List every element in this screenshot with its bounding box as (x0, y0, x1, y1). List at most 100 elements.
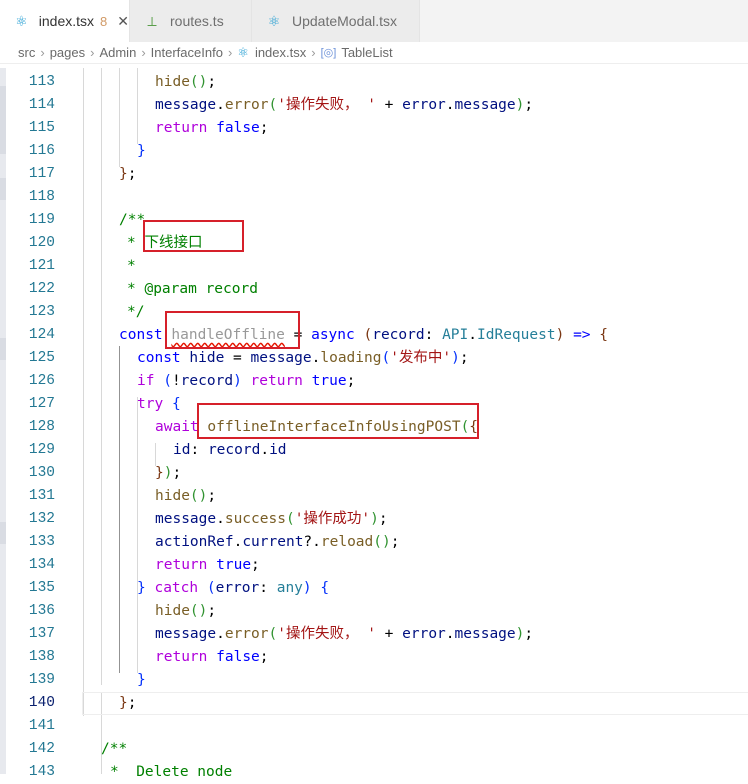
code-line[interactable]: 125 const hide = message.loading('发布中'); (0, 347, 748, 370)
code-line[interactable]: 134 return true; (0, 554, 748, 577)
code-text: }; (119, 163, 136, 186)
code-token: ; (378, 511, 388, 527)
tab-routes-ts[interactable]: ⟂ routes.ts (130, 0, 252, 42)
tab-index-tsx[interactable]: ⚛ index.tsx 8 ✕ (0, 0, 130, 42)
code-line[interactable]: 123 */ (0, 301, 748, 324)
code-token: hide (155, 603, 190, 619)
code-line[interactable]: 129 id: record.id (0, 439, 748, 462)
code-token: ; (524, 626, 534, 642)
code-line[interactable]: 121 * (0, 255, 748, 278)
code-line[interactable]: 139} (0, 669, 748, 692)
code-token: const (137, 350, 181, 366)
code-line[interactable]: 120 * 下线接口 (0, 232, 748, 255)
code-token: ; (207, 603, 217, 619)
line-number: 132 (28, 511, 55, 527)
code-token: ; (524, 97, 534, 113)
code-token: } (137, 580, 146, 596)
code-token: . (216, 626, 225, 642)
code-token: message (155, 97, 217, 113)
code-token: any (276, 580, 303, 596)
code-line[interactable]: 142 /** (0, 738, 748, 761)
breadcrumb-item-pages[interactable]: pages (50, 45, 85, 60)
code-token: : (424, 327, 443, 343)
code-token: false (216, 120, 260, 136)
breadcrumb-item-admin[interactable]: Admin (99, 45, 136, 60)
code-token: ( (189, 74, 199, 90)
code-line[interactable]: 116} (0, 140, 748, 163)
code-text: } (137, 140, 146, 163)
code-token: { (171, 396, 181, 412)
tab-label: routes.ts (170, 13, 224, 29)
code-token: . (216, 97, 225, 113)
close-icon[interactable]: ✕ (117, 13, 129, 30)
code-token: '操作失败， ' (277, 97, 376, 113)
chevron-right-icon: › (90, 45, 95, 60)
code-token: loading (320, 350, 382, 366)
code-line[interactable]: 135} catch (error: any) { (0, 577, 748, 600)
code-token: . (445, 626, 455, 642)
breadcrumb-item-file[interactable]: ⚛ index.tsx (237, 45, 306, 61)
code-token: ( (268, 626, 278, 642)
code-token: ; (172, 465, 182, 481)
code-line[interactable]: 115 return false; (0, 117, 748, 140)
code-token: '操作失败， ' (277, 626, 376, 642)
code-text: id: record.id (173, 439, 287, 462)
code-text: /** (101, 738, 127, 761)
breadcrumb-item-interfaceinfo[interactable]: InterfaceInfo (151, 45, 223, 60)
code-text: try { (137, 393, 181, 416)
code-line[interactable]: 140}; (0, 692, 748, 715)
code-line[interactable]: 117}; (0, 163, 748, 186)
breadcrumb-symbol-label: TableList (341, 45, 393, 60)
chevron-right-icon: › (311, 45, 316, 60)
code-text: if (!record) return true; (137, 370, 355, 393)
line-number: 141 (28, 718, 55, 734)
code-line[interactable]: 136 hide(); (0, 600, 748, 623)
code-line[interactable]: 141 (0, 715, 748, 738)
code-line[interactable]: 113 hide(); (0, 71, 748, 94)
code-line[interactable]: 130}); (0, 462, 748, 485)
code-token: error (402, 626, 446, 642)
breadcrumb: src › pages › Admin › InterfaceInfo › ⚛ … (0, 42, 748, 64)
code-token: true (216, 557, 252, 573)
breadcrumb-item-symbol[interactable]: [◎] TableList (321, 45, 393, 60)
code-token: ; (459, 350, 469, 366)
typescript-file-icon: ⟂ (147, 12, 157, 29)
code-token: . (216, 511, 225, 527)
code-text: * @param record (127, 278, 258, 301)
code-line[interactable]: 126 if (!record) return true; (0, 370, 748, 393)
breadcrumb-item-src[interactable]: src (18, 45, 35, 60)
code-line[interactable]: 137 message.error('操作失败， ' + error.messag… (0, 623, 748, 646)
code-line[interactable]: 119 /** (0, 209, 748, 232)
line-number: 119 (28, 212, 55, 228)
code-token: } (137, 143, 146, 159)
code-token: : (190, 442, 208, 458)
line-number: 116 (28, 143, 55, 159)
code-line[interactable]: 124 const handleOffline = async (record: … (0, 324, 748, 347)
code-line[interactable]: 138 return false; (0, 646, 748, 669)
code-line[interactable]: 143 * Delete node (0, 761, 748, 784)
code-line[interactable]: 132 message.success('操作成功'); (0, 508, 748, 531)
code-line[interactable]: 114 message.error('操作失败， ' + error.messag… (0, 94, 748, 117)
code-token: error (224, 626, 269, 642)
code-line[interactable]: 118 (0, 186, 748, 209)
code-editor[interactable]: 113 hide(); 114 message.error('操作失败， ' + er… (0, 68, 748, 780)
line-number: 143 (28, 764, 55, 780)
tab-label: UpdateModal.tsx (292, 13, 398, 29)
highlight-box-comment (143, 220, 244, 252)
code-token: async (311, 327, 355, 343)
tab-updatemodal-tsx[interactable]: ⚛ UpdateModal.tsx (252, 0, 420, 42)
code-token: const (119, 327, 163, 343)
code-token: ( (373, 534, 383, 550)
line-number: 138 (28, 649, 55, 665)
react-icon: ⚛ (237, 44, 249, 60)
code-token: return (155, 649, 208, 665)
code-line[interactable]: 133 actionRef.current?.reload(); (0, 531, 748, 554)
code-token: if (137, 373, 155, 389)
code-line[interactable]: 122 * @param record (0, 278, 748, 301)
code-token: */ (127, 304, 145, 320)
line-number: 123 (28, 304, 55, 320)
code-line[interactable]: 131 hide(); (0, 485, 748, 508)
